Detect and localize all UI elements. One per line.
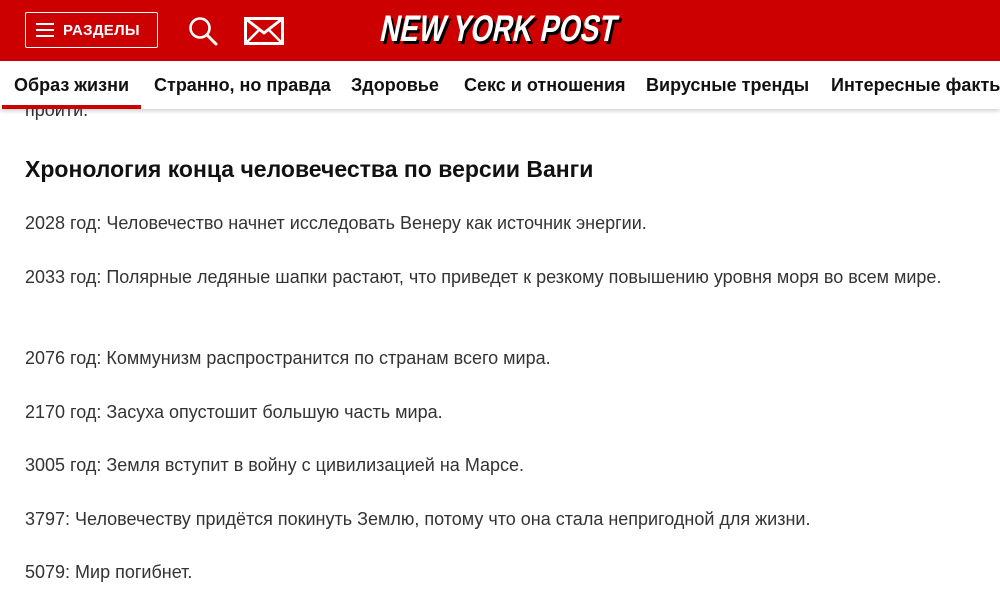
timeline-paragraph: 2170 год: Засуха опустошит большую часть… — [25, 402, 443, 422]
category-nav: Образ жизни Странно, но правда Здоровье … — [0, 61, 1000, 109]
nav-item-viral-trends[interactable]: Вирусные тренды — [646, 61, 809, 109]
nav-item-lifestyle[interactable]: Образ жизни — [1, 61, 142, 109]
timeline-paragraph: 3797: Человечеству придётся покинуть Зем… — [25, 509, 811, 529]
timeline-paragraph: 2076 год: Коммунизм распространится по с… — [25, 348, 551, 368]
site-header: РАЗДЕЛЫ NEW YORK POST NEW YORK POST — [0, 0, 1000, 61]
svg-text:NEW YORK POST: NEW YORK POST — [377, 7, 622, 49]
hamburger-icon — [36, 23, 54, 37]
nav-item-interesting-facts[interactable]: Интересные факты — [831, 61, 1000, 109]
site-logo[interactable]: NEW YORK POST NEW YORK POST — [375, 6, 631, 54]
page: РАЗДЕЛЫ NEW YORK POST NEW YORK POST Обра… — [0, 0, 1000, 602]
timeline-paragraph: 2028 год: Человечество начнет исследоват… — [25, 213, 647, 233]
timeline-paragraph: 5079: Мир погибнет. — [25, 562, 193, 582]
previous-paragraph-fragment: пройти. — [25, 109, 89, 120]
sections-label: РАЗДЕЛЫ — [63, 21, 140, 39]
search-icon[interactable] — [187, 15, 219, 47]
sections-menu-button[interactable]: РАЗДЕЛЫ — [25, 12, 158, 48]
nav-item-weird-but-true[interactable]: Странно, но правда — [154, 61, 331, 109]
mail-icon[interactable] — [244, 17, 284, 45]
nav-item-sex-relationships[interactable]: Секс и отношения — [464, 61, 626, 109]
timeline-paragraph: 3005 год: Земля вступит в войну с цивили… — [25, 455, 525, 475]
section-heading: Хронология конца человечества по версии … — [25, 156, 594, 182]
article-body: пройти. Хронология конца человечества по… — [0, 109, 1000, 602]
nav-item-health[interactable]: Здоровье — [351, 61, 439, 109]
timeline-paragraph: 2033 год: Полярные ледяные шапки растают… — [25, 267, 942, 287]
